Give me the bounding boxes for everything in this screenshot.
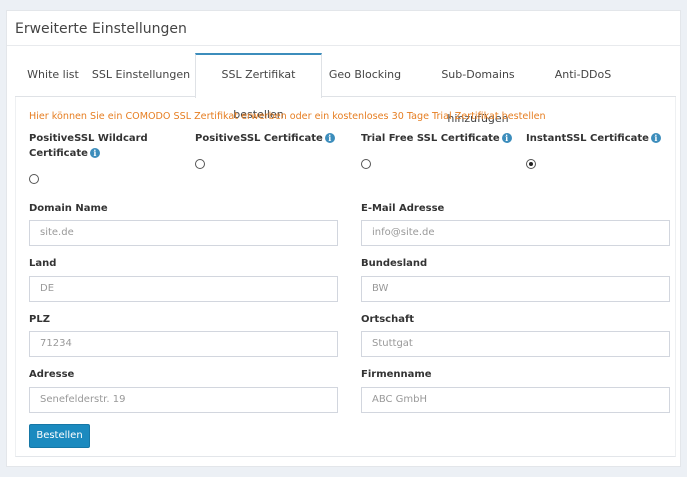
adresse-label: Adresse [29,369,75,380]
tab-white-list[interactable]: White list [21,53,85,97]
info-icon[interactable]: i [501,133,512,143]
bestellen-button[interactable]: Bestellen [29,424,90,448]
tab-bar: White list SSL Einstellungen SSL Zertifi… [15,53,676,125]
cert-option-positivessl: PositiveSSL Certificate i [195,131,335,146]
tab-content: Hier können Sie ein COMODO SSL Zertifika… [15,97,676,457]
info-icon[interactable]: i [324,133,335,143]
domain-name-input[interactable]: site.de [29,220,338,246]
info-icon[interactable]: i [650,133,661,143]
radio-instantssl[interactable] [526,159,536,169]
notice-text: Hier können Sie ein COMODO SSL Zertifika… [29,111,546,122]
radio-positivessl[interactable] [195,159,205,169]
email-input[interactable]: info@site.de [361,220,670,246]
radio-positivessl-wildcard[interactable] [29,174,39,184]
panel-divider [7,45,680,46]
cert-label: Trial Free SSL Certificate [361,133,500,144]
tab-ssl-einstellungen[interactable]: SSL Einstellungen [91,53,191,97]
tab-ssl-zertifikat-bestellen[interactable]: SSL Zertifikat bestellen [195,53,322,121]
firmenname-label: Firmenname [361,369,432,380]
email-label: E-Mail Adresse [361,203,445,214]
land-input[interactable]: DE [29,276,338,302]
cert-option-trial-free: Trial Free SSL Certificate i [361,131,512,146]
panel-title: Erweiterte Einstellungen [15,21,187,37]
info-icon[interactable]: i [89,148,100,158]
ortschaft-label: Ortschaft [361,314,415,325]
settings-panel: Erweiterte Einstellungen White list SSL … [6,10,681,467]
tab-anti-ddos[interactable]: Anti-DDoS [552,53,614,97]
plz-label: PLZ [29,314,50,325]
bundesland-input[interactable]: BW [361,276,670,302]
firmenname-input[interactable]: ABC GmbH [361,387,670,413]
tab-geo-blocking[interactable]: Geo Blocking [328,53,402,97]
tab-sub-domains[interactable]: Sub-Domains hinzufügen [413,53,543,125]
cert-label-line2: Certificate i [29,146,148,161]
cert-label: PositiveSSL Wildcard [29,133,148,144]
ortschaft-input[interactable]: Stuttgat [361,331,670,357]
land-label: Land [29,258,57,269]
cert-option-positivessl-wildcard: PositiveSSL Wildcard Certificate i [29,131,148,161]
bundesland-label: Bundesland [361,258,428,269]
cert-label: InstantSSL Certificate [526,133,649,144]
cert-option-instantssl: InstantSSL Certificate i [526,131,661,146]
domain-name-label: Domain Name [29,203,108,214]
plz-input[interactable]: 71234 [29,331,338,357]
adresse-input[interactable]: Senefelderstr. 19 [29,387,338,413]
radio-trial-free[interactable] [361,159,371,169]
cert-label: PositiveSSL Certificate [195,133,323,144]
